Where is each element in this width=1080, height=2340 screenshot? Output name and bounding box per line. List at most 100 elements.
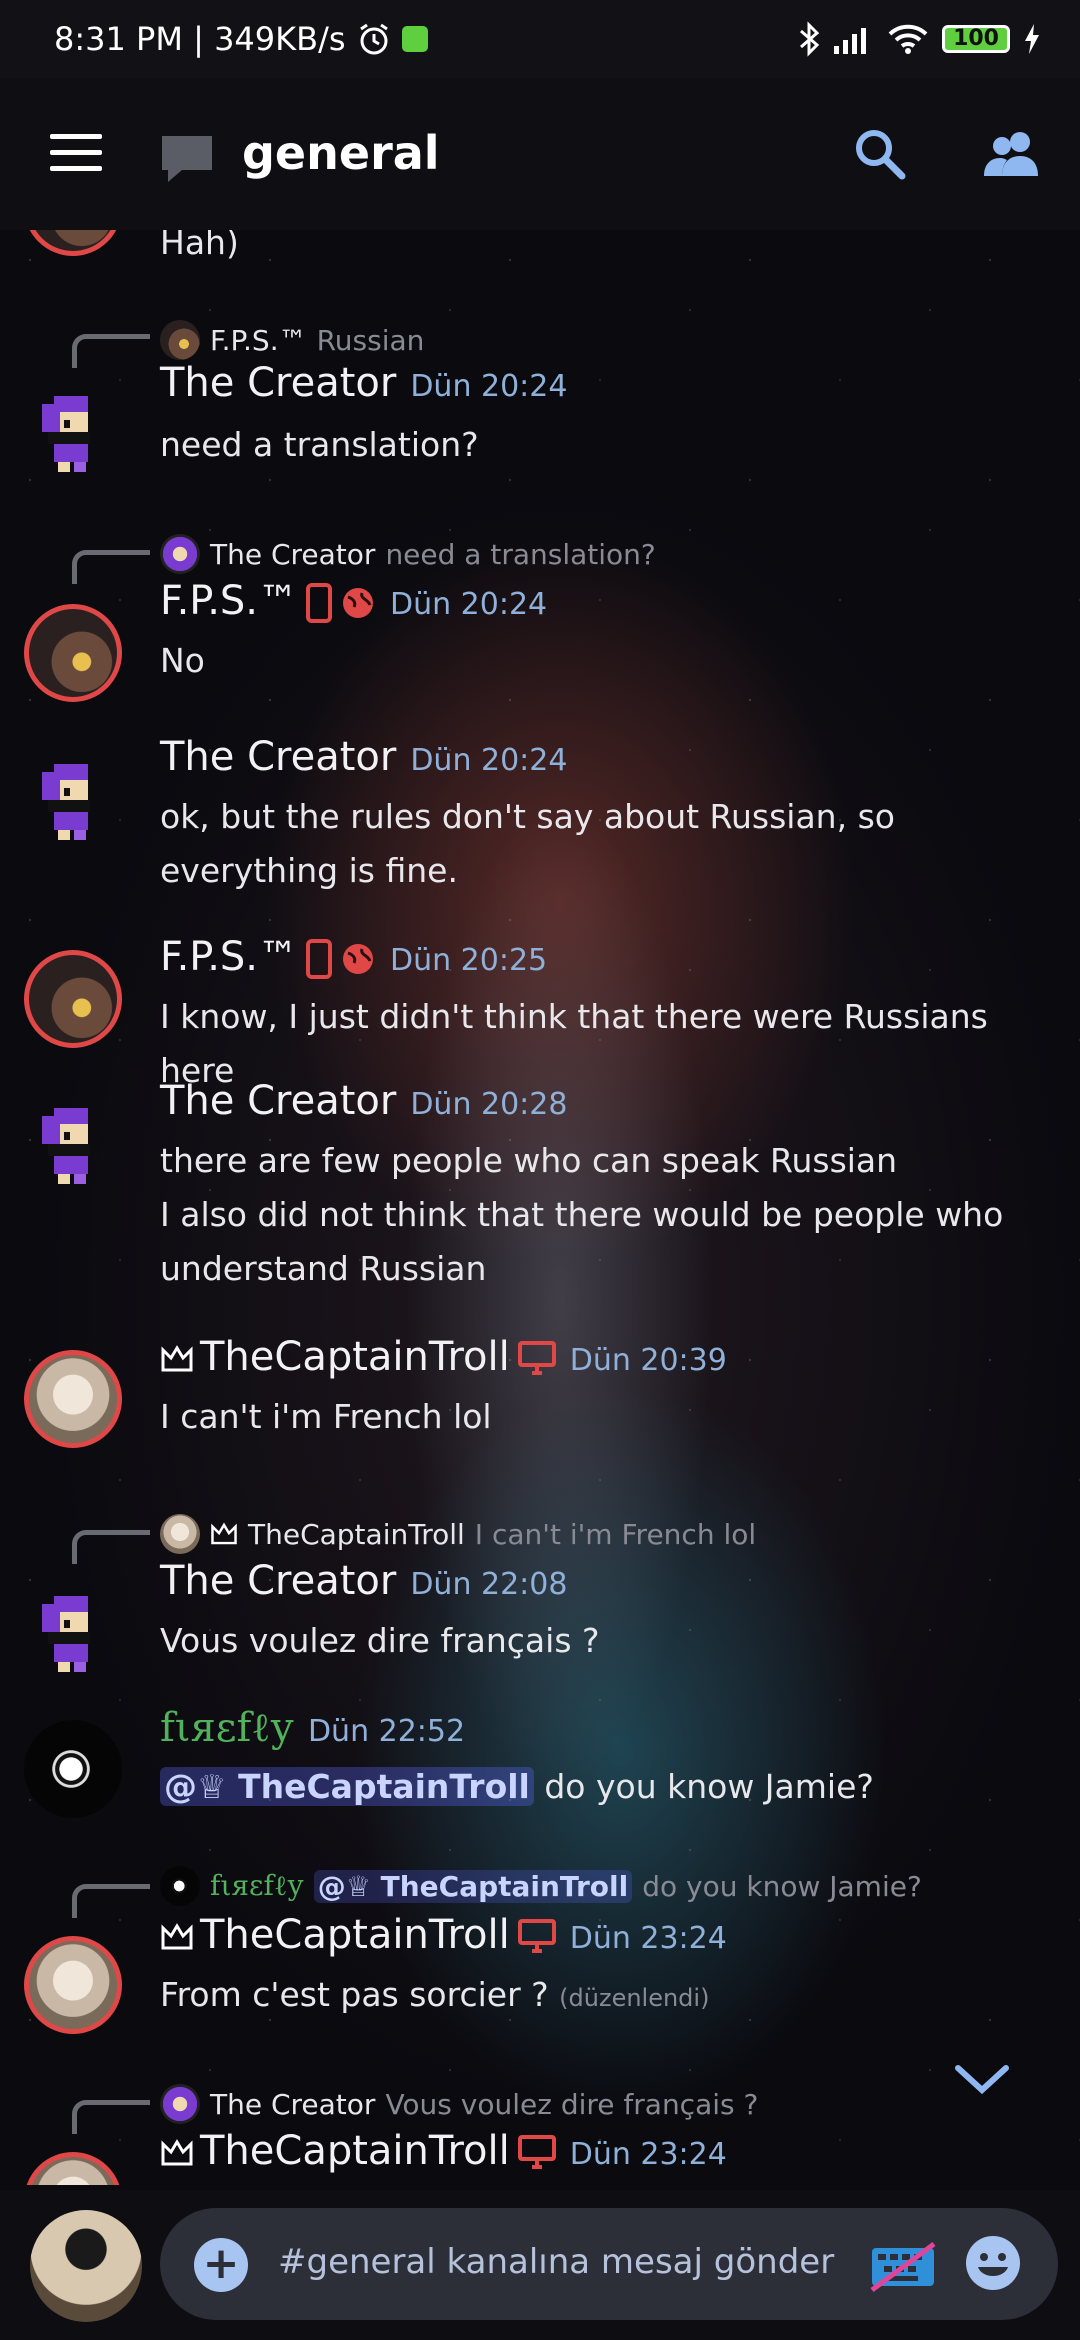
globe-icon	[343, 588, 374, 618]
charging-icon	[1025, 24, 1039, 54]
reply-preview[interactable]: The Creator Vous voulez dire français ?	[160, 2084, 758, 2124]
reply-connector	[72, 1530, 150, 1564]
channel-title: general	[242, 126, 440, 180]
reply-text: I can't i'm French lol	[474, 1517, 757, 1551]
message-author-line: F.P.S.™ Dün 20:24	[160, 578, 547, 624]
message-author-line: The Creator Dün 20:28	[160, 1078, 567, 1124]
username[interactable]: The Creator	[160, 1078, 396, 1124]
timestamp: Dün 22:08	[410, 1567, 568, 1602]
message-input[interactable]: + #general kanalına mesaj gönder	[160, 2208, 1058, 2320]
message-author-line: The Creator Dün 20:24	[160, 734, 567, 780]
crown-icon	[161, 2139, 193, 2166]
timestamp: Dün 20:25	[390, 943, 548, 978]
message-line: there are few people who can speak Russi…	[160, 1141, 898, 1180]
avatar[interactable]	[24, 1094, 122, 1192]
message-text: I can't i'm French lol	[160, 1397, 492, 1436]
message-line: I also did not think that there would be…	[160, 1195, 1004, 1288]
reply-author: fιяεfℓу	[210, 1869, 304, 1902]
message-input-placeholder[interactable]: #general kanalına mesaj gönder	[278, 2242, 834, 2282]
emoji-icon[interactable]	[962, 2232, 1024, 2294]
reply-connector	[72, 334, 150, 368]
members-icon[interactable]	[982, 126, 1042, 182]
reply-connector	[72, 1884, 150, 1918]
crown-icon	[161, 1923, 193, 1950]
reply-avatar	[160, 1514, 200, 1554]
signal-icon	[834, 28, 867, 54]
message-composer: + #general kanalına mesaj gönder	[0, 2190, 1080, 2340]
message-text: No	[160, 641, 205, 680]
reply-text: Vous voulez dire français ?	[385, 2087, 759, 2121]
avatar[interactable]	[24, 604, 122, 702]
bluetooth-icon	[800, 21, 820, 57]
avatar[interactable]	[24, 1720, 122, 1818]
reply-connector	[72, 550, 150, 584]
message-author-line: TheCaptainTroll Dün 23:24	[160, 2128, 727, 2174]
avatar[interactable]	[30, 2210, 142, 2322]
avatar[interactable]	[24, 230, 122, 256]
avatar[interactable]	[24, 382, 122, 480]
message-text: @♕ TheCaptainTroll do you know Jamie?	[160, 1760, 1040, 1814]
status-time: 8:31 PM | 349KB/s	[54, 20, 346, 58]
avatar[interactable]	[24, 1582, 122, 1680]
message-list[interactable]: Hah) F.P.S.™ Russian The Creator Dün 20:2…	[0, 230, 1080, 2185]
desktop-icon	[517, 2135, 556, 2169]
crown-icon	[211, 1522, 237, 1545]
user-mention[interactable]: @♕ TheCaptainTroll	[160, 1767, 534, 1806]
avatar[interactable]	[24, 1936, 122, 2034]
reply-preview[interactable]: fιяεfℓу @♕ TheCaptainTroll do you know J…	[160, 1866, 922, 1906]
username[interactable]: TheCaptainTroll	[200, 1912, 510, 1958]
keyboard-disabled-icon[interactable]	[868, 2238, 938, 2294]
message-body: From c'est pas sorcier ?	[160, 1975, 549, 2014]
username[interactable]: fιяεfℓу	[160, 1705, 294, 1751]
reply-text: do you know Jamie?	[642, 1869, 922, 1903]
reply-mention: @♕ TheCaptainTroll	[313, 1869, 633, 1903]
username[interactable]: F.P.S.™	[160, 578, 298, 624]
avatar[interactable]	[24, 1350, 122, 1448]
message-text: From c'est pas sorcier ? (düzenlendi)	[160, 1968, 1040, 2025]
message-text: there are few people who can speak Russi…	[160, 1134, 1040, 1296]
wifi-icon	[888, 24, 928, 54]
message-author-line: fιяεfℓу Dün 22:52	[160, 1704, 465, 1751]
reply-text: need a translation?	[385, 537, 656, 571]
status-bar: 8:31 PM | 349KB/s 100	[0, 0, 1080, 78]
username[interactable]: The Creator	[160, 1558, 396, 1604]
edited-label: (düzenlendi)	[559, 1984, 710, 2012]
reply-avatar	[160, 534, 200, 574]
username[interactable]: The Creator	[160, 360, 396, 406]
search-icon[interactable]	[850, 124, 908, 182]
alarm-icon	[359, 23, 388, 55]
reply-author: The Creator	[210, 2087, 376, 2121]
avatar[interactable]	[24, 2152, 122, 2185]
reply-avatar	[160, 1866, 200, 1906]
username[interactable]: TheCaptainTroll	[200, 2128, 510, 2174]
username[interactable]: The Creator	[160, 734, 396, 780]
reply-preview[interactable]: The Creator need a translation?	[160, 534, 656, 574]
message-author-line: TheCaptainTroll Dün 20:39	[160, 1334, 727, 1380]
channel-header: general	[0, 78, 1080, 230]
message-text: Vous voulez dire français ?	[160, 1621, 600, 1660]
message-text: need a translation?	[160, 425, 479, 464]
avatar[interactable]	[24, 950, 122, 1048]
message-author-line: F.P.S.™ Dün 20:25	[160, 934, 547, 980]
reply-preview[interactable]: TheCaptainTroll I can't i'm French lol	[160, 1514, 756, 1554]
message-text: Hah)	[160, 230, 239, 262]
timestamp: Dün 22:52	[307, 1714, 466, 1749]
message-author-line: The Creator Dün 20:24	[160, 360, 567, 406]
timestamp: Dün 20:24	[410, 369, 568, 404]
plus-icon[interactable]: +	[194, 2238, 248, 2292]
timestamp: Dün 20:24	[390, 587, 548, 622]
avatar[interactable]	[24, 750, 122, 848]
reply-author: F.P.S.™	[210, 323, 307, 357]
reply-author: The Creator	[210, 537, 376, 571]
username[interactable]: F.P.S.™	[160, 934, 298, 980]
chevron-down-icon[interactable]	[952, 2060, 1012, 2100]
timestamp: Dün 23:24	[569, 2137, 727, 2172]
reply-preview[interactable]: F.P.S.™ Russian	[160, 320, 424, 360]
globe-icon	[343, 944, 374, 974]
menu-icon[interactable]	[50, 134, 102, 172]
mobile-phone-icon	[306, 583, 333, 623]
desktop-icon	[517, 1341, 556, 1375]
timestamp: Dün 20:28	[410, 1087, 568, 1122]
reply-avatar	[160, 320, 200, 360]
username[interactable]: TheCaptainTroll	[200, 1334, 510, 1380]
